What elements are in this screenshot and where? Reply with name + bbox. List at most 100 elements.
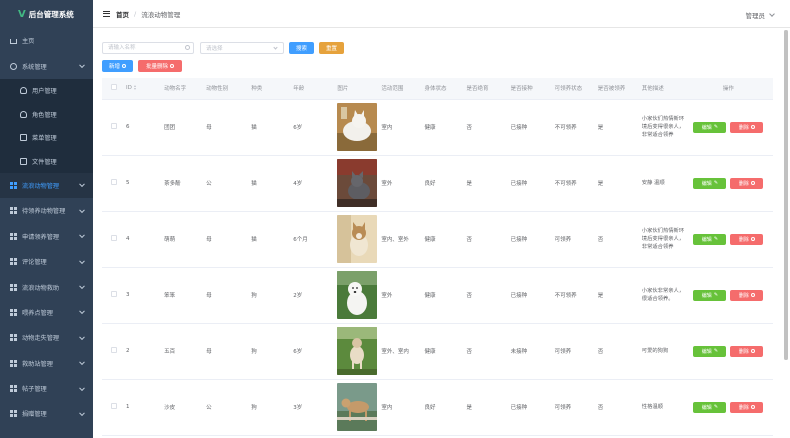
scrollbar-thumb[interactable] [784, 30, 788, 360]
adoptable-text: 可领养 [554, 237, 572, 243]
edit-button[interactable]: 编辑 ✎ [693, 401, 727, 413]
select-all-checkbox[interactable] [111, 84, 118, 91]
user-dropdown[interactable]: 管理员 [746, 10, 775, 20]
batch-delete-button[interactable]: 批量删除 [138, 60, 182, 72]
add-button[interactable]: 新增 [102, 60, 133, 72]
sidebar-item[interactable]: 待领养动物管理 [0, 198, 93, 223]
sidebar-item[interactable]: 用户管理 [0, 78, 93, 103]
sidebar-item[interactable]: 主页 [0, 28, 93, 53]
cell-species: 狗 [251, 379, 294, 436]
sidebar-item-label: 系统管理 [22, 63, 47, 71]
adopted-text: 否 [597, 405, 604, 411]
delete-button[interactable]: 删除 [730, 177, 764, 189]
reset-button[interactable]: 重置 [319, 42, 344, 54]
checkbox-cell [102, 379, 127, 436]
table-row: 5 茶多酚 公 猫 4岁 室外 良好 是 已接种 不可领养 是 安静 温顺 编辑 ✎ 删除 [102, 155, 773, 212]
chevron-down-icon [79, 62, 85, 69]
sidebar-item[interactable]: 评论管理 [0, 249, 93, 274]
search-input[interactable] [102, 42, 194, 54]
column-header-label: 操作 [722, 86, 734, 93]
plus-circle-icon [122, 64, 126, 68]
delete-button[interactable]: 删除 [730, 345, 764, 357]
cell-health: 健康 [424, 99, 467, 156]
status-select[interactable]: 请选择 [200, 42, 284, 54]
app-logo[interactable]: V 后台管理系统 [0, 0, 93, 28]
name-text: 五百 [164, 349, 176, 355]
row-checkbox[interactable] [111, 347, 118, 353]
vaccinated-text: 未接种 [510, 349, 528, 355]
sidebar-item[interactable]: 动物走失管理 [0, 325, 93, 350]
edit-button[interactable]: 编辑 ✎ [693, 177, 727, 189]
search-button[interactable]: 搜索 [289, 42, 314, 54]
cell-neutered: 否 [466, 99, 511, 156]
animal-photo[interactable] [337, 159, 378, 207]
animal-photo[interactable] [337, 383, 378, 431]
cell-health: 健康 [424, 267, 467, 324]
sidebar-item[interactable]: 流浪动物管理 [0, 172, 93, 199]
sidebar-item-label: 申请领养管理 [22, 233, 60, 241]
cell-neutered: 是 [466, 155, 511, 212]
cell-desc: 小家伙非常亲人，很适合领养。 [641, 267, 684, 324]
page-scrollbar[interactable] [784, 30, 788, 360]
edit-label: 编辑 [701, 180, 712, 187]
column-header-label: ID [126, 85, 132, 92]
sidebar-item[interactable]: 菜单管理 [0, 125, 93, 150]
sidebar-item[interactable]: 文件管理 [0, 149, 93, 173]
sidebar-item[interactable]: 帖子管理 [0, 376, 93, 401]
batch-delete-label: 批量删除 [145, 64, 168, 70]
sidebar-item[interactable]: 流浪动物救助 [0, 274, 93, 299]
row-checkbox[interactable] [111, 235, 118, 241]
grid-icon [10, 232, 17, 240]
column-header[interactable]: ID [126, 78, 165, 100]
cell-age: 6岁 [293, 323, 338, 380]
edit-button[interactable]: 编辑 ✎ [693, 345, 727, 357]
photo-cell [337, 323, 382, 380]
sidebar-item[interactable]: 捐赠管理 [0, 401, 93, 426]
range-text: 室外 [381, 293, 393, 299]
delete-button[interactable]: 删除 [730, 121, 764, 133]
adopted-text: 是 [597, 125, 604, 131]
animal-photo[interactable] [337, 327, 378, 375]
animal-photo[interactable] [337, 103, 378, 151]
row-checkbox[interactable] [111, 123, 118, 129]
sort-icon[interactable] [133, 85, 137, 91]
remove-circle-icon [750, 349, 755, 353]
cell-desc: 安静 温顺 [641, 155, 684, 212]
checkbox-cell [102, 99, 127, 156]
delete-button[interactable]: 删除 [730, 289, 764, 301]
breadcrumb-home[interactable]: 首页 [116, 9, 129, 19]
delete-button[interactable]: 删除 [730, 233, 764, 245]
animal-table: ID 动物名字 动物性别 种类 年龄 图片 活动范围 身体状态 是否绝育 是否接种 可领养状态 是否被… [102, 78, 773, 438]
sidebar-item[interactable]: 申请领养管理 [0, 224, 93, 249]
edit-icon: ✎ [713, 236, 719, 242]
sidebar-item[interactable]: 系统管理 [0, 53, 93, 78]
delete-button[interactable]: 删除 [730, 401, 764, 413]
animal-photo[interactable] [337, 271, 378, 319]
row-checkbox[interactable] [111, 179, 118, 185]
edit-label: 编辑 [701, 236, 712, 243]
cell-adopted: 否 [597, 379, 642, 436]
column-header: 是否绝育 [466, 78, 511, 100]
delete-label: 删除 [738, 180, 749, 187]
edit-button[interactable]: 编辑 ✎ [693, 233, 727, 245]
checkbox-cell [102, 155, 127, 212]
column-header: 种类 [251, 78, 294, 100]
sidebar-item[interactable]: 喂养点管理 [0, 300, 93, 325]
select-placeholder: 请选择 [206, 46, 223, 52]
animal-photo[interactable] [337, 215, 378, 263]
edit-button[interactable]: 编辑 ✎ [693, 121, 727, 133]
adopted-text: 否 [597, 349, 604, 355]
id-text: 4 [126, 236, 130, 242]
edit-button[interactable]: 编辑 ✎ [693, 289, 727, 301]
chevron-down-icon [79, 181, 85, 188]
table-row: 1 沙皮 公 狗 3岁 室内 良好 是 已接种 可领养 否 性格温顺 编辑 ✎ 删除 [102, 379, 773, 436]
vaccinated-text: 已接种 [510, 293, 528, 299]
sidebar-item[interactable]: 角色管理 [0, 102, 93, 126]
row-checkbox[interactable] [111, 403, 118, 409]
hamburger-icon[interactable] [103, 10, 110, 17]
chevron-down-icon [273, 45, 278, 50]
column-header: 操作 [683, 78, 773, 100]
sidebar-item[interactable]: 救助站管理 [0, 351, 93, 376]
row-checkbox[interactable] [111, 291, 118, 297]
cell-name: 五百 [164, 323, 207, 380]
